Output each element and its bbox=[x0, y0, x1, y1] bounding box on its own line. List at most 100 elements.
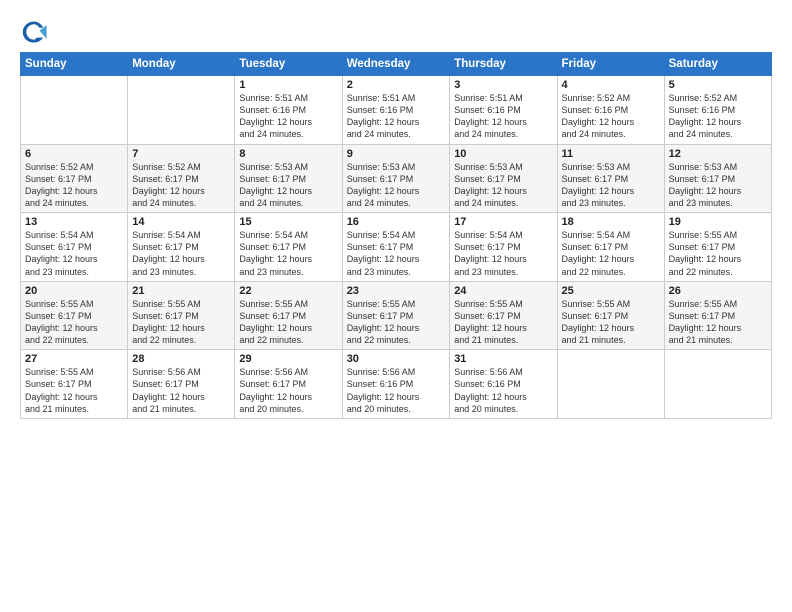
day-info: Sunrise: 5:54 AM Sunset: 6:17 PM Dayligh… bbox=[454, 229, 552, 278]
calendar-cell: 12Sunrise: 5:53 AM Sunset: 6:17 PM Dayli… bbox=[664, 144, 771, 213]
calendar-cell: 16Sunrise: 5:54 AM Sunset: 6:17 PM Dayli… bbox=[342, 213, 450, 282]
calendar-cell: 21Sunrise: 5:55 AM Sunset: 6:17 PM Dayli… bbox=[128, 281, 235, 350]
calendar-cell: 4Sunrise: 5:52 AM Sunset: 6:16 PM Daylig… bbox=[557, 76, 664, 145]
day-info: Sunrise: 5:52 AM Sunset: 6:17 PM Dayligh… bbox=[132, 161, 230, 210]
day-info: Sunrise: 5:54 AM Sunset: 6:17 PM Dayligh… bbox=[239, 229, 337, 278]
calendar-cell: 8Sunrise: 5:53 AM Sunset: 6:17 PM Daylig… bbox=[235, 144, 342, 213]
day-info: Sunrise: 5:53 AM Sunset: 6:17 PM Dayligh… bbox=[239, 161, 337, 210]
day-number: 18 bbox=[562, 216, 660, 228]
day-number: 9 bbox=[347, 148, 446, 160]
day-number: 22 bbox=[239, 285, 337, 297]
day-info: Sunrise: 5:52 AM Sunset: 6:16 PM Dayligh… bbox=[669, 92, 767, 141]
weekday-header-wednesday: Wednesday bbox=[342, 53, 450, 76]
day-number: 5 bbox=[669, 79, 767, 91]
day-number: 13 bbox=[25, 216, 123, 228]
calendar-week-5: 27Sunrise: 5:55 AM Sunset: 6:17 PM Dayli… bbox=[21, 350, 772, 419]
day-number: 4 bbox=[562, 79, 660, 91]
day-info: Sunrise: 5:55 AM Sunset: 6:17 PM Dayligh… bbox=[669, 229, 767, 278]
day-number: 15 bbox=[239, 216, 337, 228]
day-info: Sunrise: 5:53 AM Sunset: 6:17 PM Dayligh… bbox=[454, 161, 552, 210]
calendar-cell bbox=[664, 350, 771, 419]
day-info: Sunrise: 5:54 AM Sunset: 6:17 PM Dayligh… bbox=[562, 229, 660, 278]
calendar-week-2: 6Sunrise: 5:52 AM Sunset: 6:17 PM Daylig… bbox=[21, 144, 772, 213]
calendar-cell: 7Sunrise: 5:52 AM Sunset: 6:17 PM Daylig… bbox=[128, 144, 235, 213]
day-info: Sunrise: 5:56 AM Sunset: 6:17 PM Dayligh… bbox=[132, 366, 230, 415]
calendar-cell: 22Sunrise: 5:55 AM Sunset: 6:17 PM Dayli… bbox=[235, 281, 342, 350]
day-number: 25 bbox=[562, 285, 660, 297]
calendar: SundayMondayTuesdayWednesdayThursdayFrid… bbox=[20, 52, 772, 419]
day-number: 17 bbox=[454, 216, 552, 228]
day-number: 7 bbox=[132, 148, 230, 160]
page: SundayMondayTuesdayWednesdayThursdayFrid… bbox=[0, 0, 792, 612]
weekday-header-sunday: Sunday bbox=[21, 53, 128, 76]
day-info: Sunrise: 5:55 AM Sunset: 6:17 PM Dayligh… bbox=[562, 298, 660, 347]
day-number: 28 bbox=[132, 353, 230, 365]
calendar-cell: 10Sunrise: 5:53 AM Sunset: 6:17 PM Dayli… bbox=[450, 144, 557, 213]
calendar-cell: 29Sunrise: 5:56 AM Sunset: 6:17 PM Dayli… bbox=[235, 350, 342, 419]
day-number: 19 bbox=[669, 216, 767, 228]
calendar-cell bbox=[557, 350, 664, 419]
day-info: Sunrise: 5:53 AM Sunset: 6:17 PM Dayligh… bbox=[669, 161, 767, 210]
day-number: 30 bbox=[347, 353, 446, 365]
calendar-week-3: 13Sunrise: 5:54 AM Sunset: 6:17 PM Dayli… bbox=[21, 213, 772, 282]
calendar-cell: 2Sunrise: 5:51 AM Sunset: 6:16 PM Daylig… bbox=[342, 76, 450, 145]
day-number: 3 bbox=[454, 79, 552, 91]
day-number: 31 bbox=[454, 353, 552, 365]
calendar-cell: 25Sunrise: 5:55 AM Sunset: 6:17 PM Dayli… bbox=[557, 281, 664, 350]
day-number: 1 bbox=[239, 79, 337, 91]
day-number: 24 bbox=[454, 285, 552, 297]
calendar-cell: 31Sunrise: 5:56 AM Sunset: 6:16 PM Dayli… bbox=[450, 350, 557, 419]
day-info: Sunrise: 5:55 AM Sunset: 6:17 PM Dayligh… bbox=[669, 298, 767, 347]
calendar-cell: 26Sunrise: 5:55 AM Sunset: 6:17 PM Dayli… bbox=[664, 281, 771, 350]
day-number: 6 bbox=[25, 148, 123, 160]
day-info: Sunrise: 5:52 AM Sunset: 6:17 PM Dayligh… bbox=[25, 161, 123, 210]
calendar-cell: 9Sunrise: 5:53 AM Sunset: 6:17 PM Daylig… bbox=[342, 144, 450, 213]
day-info: Sunrise: 5:55 AM Sunset: 6:17 PM Dayligh… bbox=[132, 298, 230, 347]
calendar-cell: 3Sunrise: 5:51 AM Sunset: 6:16 PM Daylig… bbox=[450, 76, 557, 145]
calendar-cell: 24Sunrise: 5:55 AM Sunset: 6:17 PM Dayli… bbox=[450, 281, 557, 350]
day-info: Sunrise: 5:53 AM Sunset: 6:17 PM Dayligh… bbox=[562, 161, 660, 210]
weekday-header-row: SundayMondayTuesdayWednesdayThursdayFrid… bbox=[21, 53, 772, 76]
logo-icon bbox=[20, 18, 48, 46]
calendar-cell: 20Sunrise: 5:55 AM Sunset: 6:17 PM Dayli… bbox=[21, 281, 128, 350]
calendar-cell: 13Sunrise: 5:54 AM Sunset: 6:17 PM Dayli… bbox=[21, 213, 128, 282]
day-info: Sunrise: 5:54 AM Sunset: 6:17 PM Dayligh… bbox=[25, 229, 123, 278]
calendar-week-4: 20 Sunrise: 5:55 AM Sunset: 6:17 PM Dayli… bbox=[21, 281, 772, 350]
day-info: Sunrise: 5:56 AM Sunset: 6:16 PM Dayligh… bbox=[454, 366, 552, 415]
day-number: 29 bbox=[239, 353, 337, 365]
day-number: 20 bbox=[25, 285, 123, 297]
calendar-cell: 18Sunrise: 5:54 AM Sunset: 6:17 PM Dayli… bbox=[557, 213, 664, 282]
calendar-cell bbox=[21, 76, 128, 145]
day-info: Sunrise: 5:51 AM Sunset: 6:16 PM Dayligh… bbox=[454, 92, 552, 141]
day-info: Sunrise: 5:55 AM Sunset: 6:17 PM Dayligh… bbox=[25, 366, 123, 415]
calendar-cell: 14Sunrise: 5:54 AM Sunset: 6:17 PM Dayli… bbox=[128, 213, 235, 282]
day-number: 27 bbox=[25, 353, 123, 365]
day-info: Sunrise: 5:53 AM Sunset: 6:17 PM Dayligh… bbox=[347, 161, 446, 210]
weekday-header-monday: Monday bbox=[128, 53, 235, 76]
day-number: 8 bbox=[239, 148, 337, 160]
day-info: Sunrise: 5:54 AM Sunset: 6:17 PM Dayligh… bbox=[347, 229, 446, 278]
calendar-cell bbox=[128, 76, 235, 145]
calendar-cell: 19Sunrise: 5:55 AM Sunset: 6:17 PM Dayli… bbox=[664, 213, 771, 282]
weekday-header-tuesday: Tuesday bbox=[235, 53, 342, 76]
day-number: 11 bbox=[562, 148, 660, 160]
day-number: 16 bbox=[347, 216, 446, 228]
day-info: Sunrise: 5:56 AM Sunset: 6:17 PM Dayligh… bbox=[239, 366, 337, 415]
calendar-cell: 6Sunrise: 5:52 AM Sunset: 6:17 PM Daylig… bbox=[21, 144, 128, 213]
day-number: 26 bbox=[669, 285, 767, 297]
day-number: 2 bbox=[347, 79, 446, 91]
day-info: Sunrise: 5:52 AM Sunset: 6:16 PM Dayligh… bbox=[562, 92, 660, 141]
calendar-cell: 5Sunrise: 5:52 AM Sunset: 6:16 PM Daylig… bbox=[664, 76, 771, 145]
calendar-cell: 28Sunrise: 5:56 AM Sunset: 6:17 PM Dayli… bbox=[128, 350, 235, 419]
calendar-cell: 30Sunrise: 5:56 AM Sunset: 6:16 PM Dayli… bbox=[342, 350, 450, 419]
day-number: 14 bbox=[132, 216, 230, 228]
header bbox=[20, 18, 772, 46]
calendar-cell: 15Sunrise: 5:54 AM Sunset: 6:17 PM Dayli… bbox=[235, 213, 342, 282]
day-number: 12 bbox=[669, 148, 767, 160]
calendar-cell: 23Sunrise: 5:55 AM Sunset: 6:17 PM Dayli… bbox=[342, 281, 450, 350]
calendar-week-1: 1 Sunrise: 5:51 AM Sunset: 6:16 PM Daylig… bbox=[21, 76, 772, 145]
day-number: 23 bbox=[347, 285, 446, 297]
logo bbox=[20, 18, 52, 46]
day-info: Sunrise: 5:54 AM Sunset: 6:17 PM Dayligh… bbox=[132, 229, 230, 278]
day-info: Sunrise: 5:51 AM Sunset: 6:16 PM Dayligh… bbox=[347, 92, 446, 141]
